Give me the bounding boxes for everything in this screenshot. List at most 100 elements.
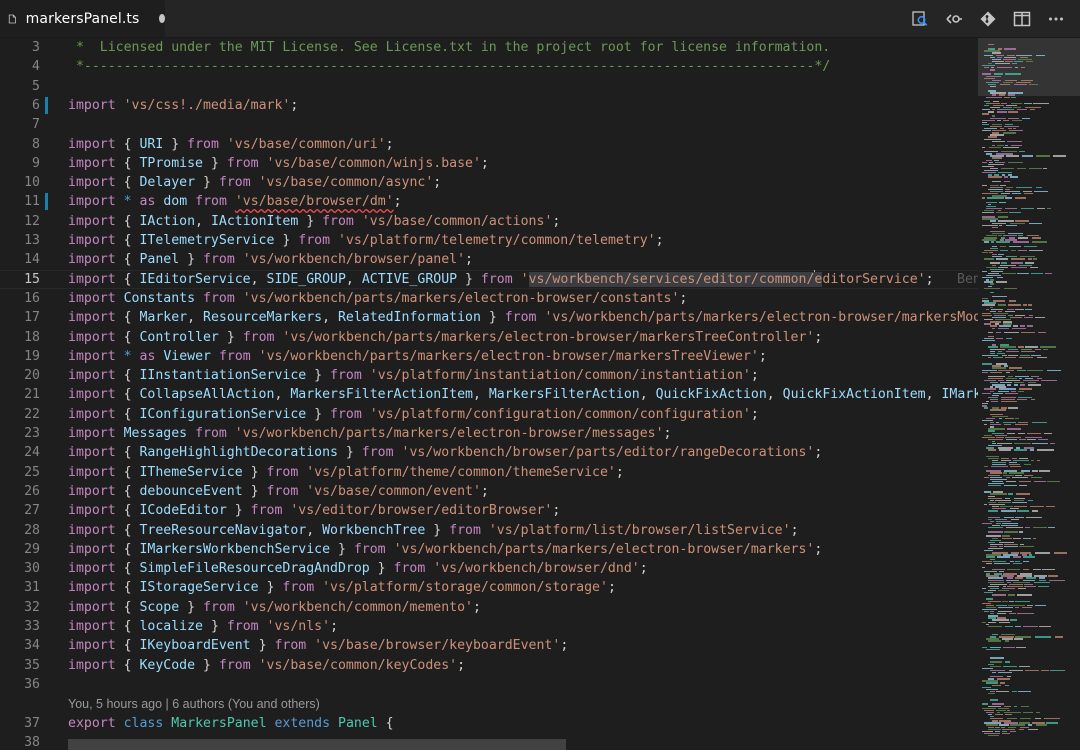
code-line[interactable]: 13 import { ITelemetryService } from 'vs/…	[0, 231, 978, 250]
minimap-line	[982, 566, 986, 569]
code-line[interactable]: 17 import { Marker, ResourceMarkers, Rela…	[0, 308, 978, 327]
code-line[interactable]: 34 import { IKeyboardEvent } from 'vs/bas…	[0, 636, 978, 655]
open-changes-button[interactable]	[910, 9, 930, 29]
code-text: import 'vs/css!./media/mark';	[68, 96, 298, 115]
code-token: {	[115, 445, 140, 461]
line-number: 25	[24, 464, 40, 480]
minimap-line	[1055, 636, 1063, 638]
code-line[interactable]: 10 import { Delayer } from 'vs/base/commo…	[0, 173, 978, 192]
code-line[interactable]: 26 import { debounceEvent } from 'vs/base…	[0, 482, 978, 501]
code-line[interactable]: 22 import { IConfigurationService } from …	[0, 405, 978, 424]
minimap-line	[1002, 272, 1016, 275]
split-editor-button[interactable]	[1012, 9, 1032, 29]
inline-blame: Ben	[957, 271, 978, 287]
code-text: import { CollapseAllAction, MarkersFilte…	[68, 385, 978, 404]
code-token: IMarkersWorkbenchService	[139, 541, 331, 557]
code-line[interactable]: 28 import { TreeResourceNavigator, Workbe…	[0, 521, 978, 540]
more-actions-button[interactable]	[1046, 9, 1066, 29]
code-token: import	[68, 136, 116, 152]
modified-gutter-marker[interactable]	[45, 193, 48, 211]
code-line[interactable]: 30 import { SimpleFileResourceDragAndDrop…	[0, 559, 978, 578]
minimap-line	[1027, 728, 1039, 730]
minimap-line	[997, 67, 1013, 69]
code-text: *---------------------------------------…	[68, 57, 830, 76]
code-line[interactable]: 36	[0, 675, 978, 694]
git-compare-button[interactable]	[978, 9, 998, 29]
line-number: 29	[24, 541, 40, 557]
code-line[interactable]: 6 import 'vs/css!./media/mark';	[0, 96, 978, 115]
code-line[interactable]: 16 import Constants from 'vs/workbench/pa…	[0, 289, 978, 308]
minimap-line	[1009, 245, 1022, 247]
code-token: 'vs/platform/storage/common/storage'	[322, 580, 608, 596]
code-line[interactable]: 15 import { IEditorService, SIDE_GROUP, A…	[0, 269, 978, 289]
minimap-line	[986, 648, 1001, 651]
minimap-line	[1004, 485, 1018, 487]
code-line[interactable]: 32 import { Scope } from 'vs/workbench/co…	[0, 598, 978, 617]
code-line[interactable]: 7	[0, 115, 978, 134]
code-line[interactable]: 29 import { IMarkersWorkbenchService } fr…	[0, 540, 978, 559]
code-line[interactable]: 9 import { TPromise } from 'vs/base/commo…	[0, 154, 978, 173]
line-number: 37	[24, 715, 40, 731]
minimap-line	[1024, 527, 1031, 529]
code-line[interactable]: 19 import * as Viewer from 'vs/workbench/…	[0, 347, 978, 366]
minimap-line	[994, 62, 1010, 65]
line-number: 26	[24, 483, 40, 499]
code-line[interactable]: 20 import { IInstantiationService } from …	[0, 366, 978, 385]
code-token: ;	[607, 580, 616, 596]
code-line[interactable]: 4 *-------------------------------------…	[0, 57, 978, 76]
minimap-line	[1033, 258, 1038, 260]
code-line[interactable]: 5	[0, 77, 978, 96]
unsaved-changes-dot[interactable]	[159, 14, 165, 23]
minimap-line	[988, 331, 994, 334]
code-text: import { TPromise } from 'vs/base/common…	[68, 154, 489, 173]
minimap-line	[1030, 449, 1034, 451]
code-line[interactable]: 21 import { CollapseAllAction, MarkersFil…	[0, 385, 978, 404]
minimap-line	[1008, 594, 1016, 596]
editor-tab[interactable]: markersPanel.ts	[0, 0, 165, 37]
minimap-line	[988, 640, 1002, 642]
code-token: {	[115, 406, 140, 422]
minimap-line	[1037, 207, 1046, 210]
code-line[interactable]: 23 import Messages from 'vs/workbench/par…	[0, 424, 978, 443]
code-token: {	[115, 213, 140, 229]
code-line[interactable]: 25 import { IThemeService } from 'vs/plat…	[0, 463, 978, 482]
code-line[interactable]: 37 export class MarkersPanel extends Pane…	[0, 714, 978, 733]
code-line[interactable]: 8 import { URI } from 'vs/base/common/uri…	[0, 135, 978, 154]
code-editor[interactable]: 3 * Licensed under the MIT License. See …	[0, 38, 978, 750]
code-token: }	[306, 368, 331, 384]
code-token: 'vs/base/common/keyCodes'	[258, 657, 458, 673]
minimap[interactable]	[978, 38, 1080, 750]
line-number: 21	[24, 387, 40, 403]
code-line[interactable]: 33 import { localize } from 'vs/nls';	[0, 617, 978, 636]
code-line[interactable]: 3 * Licensed under the MIT License. See …	[0, 38, 978, 57]
minimap-line	[1008, 407, 1018, 409]
toggle-whitespace-button[interactable]	[944, 9, 964, 29]
code-token: from	[242, 329, 275, 345]
code-line[interactable]: 11 import * as dom from 'vs/base/browser/…	[0, 192, 978, 211]
code-token: }	[179, 252, 203, 268]
code-token: 'vs/workbench/browser/panel'	[242, 252, 466, 268]
minimap-line	[1017, 249, 1028, 252]
modified-gutter-marker[interactable]	[45, 96, 48, 114]
codelens-blame[interactable]: You, 5 hours ago | 6 authors (You and ot…	[68, 695, 320, 714]
code-line[interactable]: 24 import { RangeHighlightDecorations } f…	[0, 443, 978, 462]
code-line[interactable]: 27 import { ICodeEditor } from 'vs/editor…	[0, 501, 978, 520]
minimap-line	[1004, 356, 1017, 359]
horizontal-scrollbar[interactable]	[68, 739, 566, 750]
code-line[interactable]: 31 import { IStorageService } from 'vs/pl…	[0, 578, 978, 597]
line-number: 36	[24, 676, 40, 692]
code-token: import	[68, 619, 116, 634]
minimap-line	[1004, 180, 1011, 182]
code-token: import	[68, 175, 116, 191]
code-token: SIDE_GROUP	[266, 271, 346, 287]
code-line[interactable]: 14 import { Panel } from 'vs/workbench/br…	[0, 250, 978, 269]
code-text: import { Marker, ResourceMarkers, Relate…	[68, 308, 978, 327]
code-line[interactable]: 35 import { KeyCode } from 'vs/base/commo…	[0, 656, 978, 675]
code-line[interactable]: 18 import { Controller } from 'vs/workben…	[0, 328, 978, 347]
code-token: 'vs/base/browser/keyboardEvent'	[314, 638, 561, 654]
code-line[interactable]: 12 import { IAction, IActionItem } from '…	[0, 212, 978, 231]
